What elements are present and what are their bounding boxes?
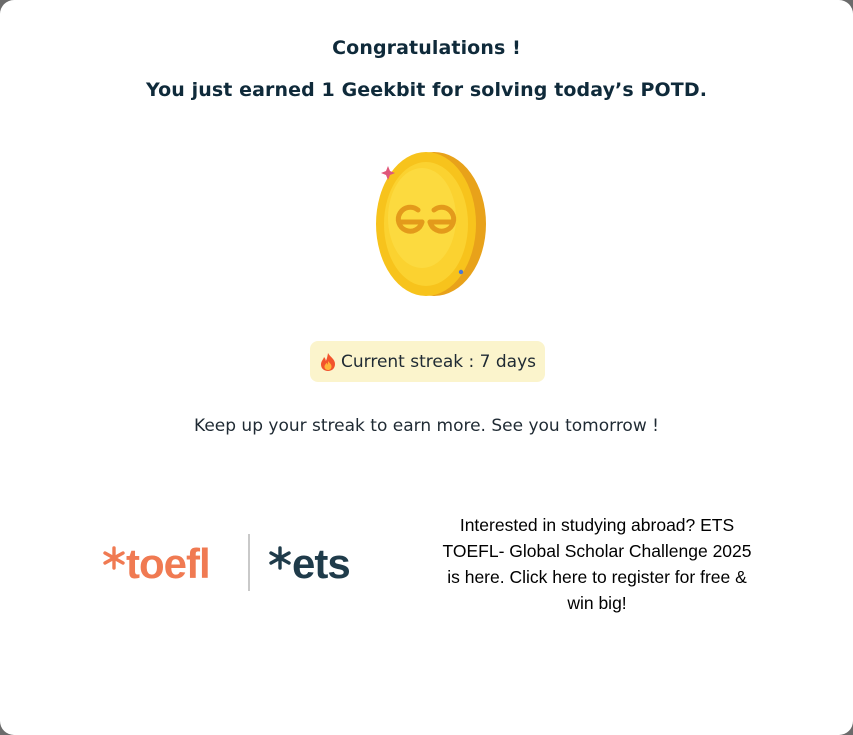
reward-subtitle: You just earned 1 Geekbit for solving to…: [145, 79, 708, 101]
ets-wordmark: ets: [292, 540, 351, 587]
toefl-wordmark: toefl: [126, 540, 211, 587]
geekbit-coin-icon: [370, 148, 492, 300]
keep-up-message: Keep up your streak to earn more. See yo…: [194, 416, 659, 436]
streak-text: Current streak : 7 days: [341, 351, 536, 372]
congrats-title: Congratulations !: [332, 37, 521, 59]
promo-register-link[interactable]: Interested in studying abroad? ETS TOEFL…: [435, 512, 759, 616]
ets-logo: ets: [268, 540, 351, 588]
potd-reward-modal: Congratulations ! You just earned 1 Geek…: [0, 0, 853, 735]
fire-icon: [319, 352, 337, 372]
logo-divider: [248, 534, 250, 591]
toefl-logo: toefl: [102, 540, 211, 588]
current-streak-badge: Current streak : 7 days: [310, 341, 545, 382]
toefl-ets-logo[interactable]: toefl ets: [100, 532, 362, 594]
